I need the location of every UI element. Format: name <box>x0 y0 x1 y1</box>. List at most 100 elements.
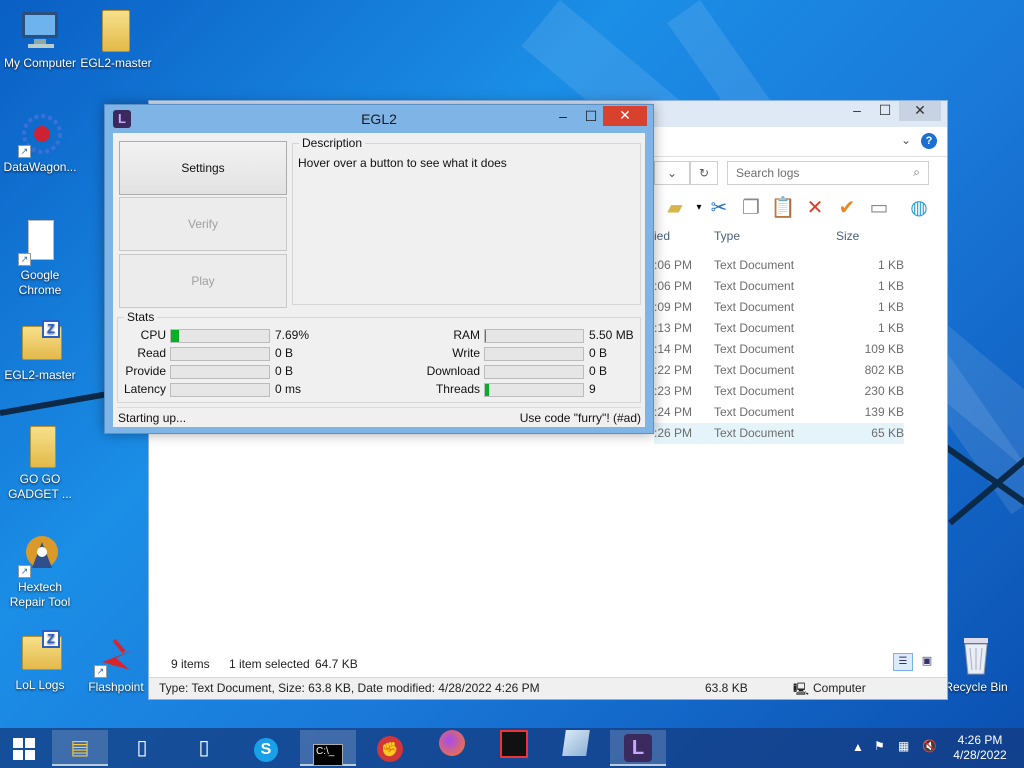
desktop-icon-google-chrome[interactable]: ↗ Google Chrome <box>0 220 80 298</box>
maximize-button[interactable]: ☐ <box>577 107 605 127</box>
file-row[interactable]: :06 PM Text Document 1 KB <box>654 276 904 297</box>
selected-size: 64.7 KB <box>315 657 358 671</box>
status-size: 63.8 KB <box>705 681 748 695</box>
zip-folder-icon: Z <box>18 630 62 676</box>
maximize-button[interactable]: ☐ <box>871 101 899 121</box>
file-time: :06 PM <box>654 258 693 272</box>
shortcut-arrow-icon: ↗ <box>18 145 31 158</box>
taskbar-egl2-icon[interactable]: L <box>610 730 666 766</box>
stat-label: Provide <box>125 364 166 378</box>
shell-icon[interactable]: ◍ <box>906 195 932 221</box>
close-button[interactable]: ✕ <box>899 101 941 121</box>
desktop-icon-datawagon[interactable]: ↗ DataWagon... <box>0 112 80 175</box>
threads-progress-bar <box>484 383 584 397</box>
hextech-icon: ↗ <box>18 532 62 578</box>
egl2-statusbar: Starting up... Use code "furry"! (#ad) <box>117 407 641 425</box>
stat-label: Download <box>426 364 480 378</box>
properties-icon[interactable]: ▰ <box>662 195 688 221</box>
search-input[interactable]: Search logs ⌕ <box>727 161 929 185</box>
rename-check-icon[interactable]: ✔ <box>834 195 860 221</box>
file-row-selected[interactable]: :26 PM Text Document 65 KB <box>654 423 904 444</box>
taskbar-clock[interactable]: 4:26 PM 4/28/2022 <box>950 733 1010 763</box>
file-size: 230 KB <box>864 384 904 398</box>
file-row[interactable]: :22 PM Text Document 802 KB <box>654 360 904 381</box>
taskbar-skype-icon[interactable]: S <box>238 730 294 766</box>
taskbar-document-icon[interactable]: ▯ <box>114 730 170 766</box>
desktop-icon-my-computer[interactable]: My Computer <box>0 8 80 71</box>
stat-label: CPU <box>140 328 166 342</box>
address-dropdown[interactable]: ⌄ <box>654 161 690 185</box>
stats-legend: Stats <box>124 310 158 324</box>
taskbar-document-icon[interactable]: ▯ <box>176 730 232 766</box>
large-icons-view-icon[interactable]: ▣ <box>917 653 937 671</box>
copy-icon[interactable]: ❐ <box>738 195 764 221</box>
file-row[interactable]: :06 PM Text Document 1 KB <box>654 255 904 276</box>
file-time: :06 PM <box>654 279 693 293</box>
stat-value: 5.50 MB <box>589 328 634 342</box>
network-icon[interactable]: ▦ <box>898 739 909 768</box>
file-size: 1 KB <box>877 279 904 293</box>
verify-button[interactable]: Verify <box>119 197 287 251</box>
taskbar-file-explorer-icon[interactable]: ▤ <box>52 730 108 766</box>
file-size: 802 KB <box>864 363 904 377</box>
desktop-icon-egl2-master-folder[interactable]: EGL2-master <box>76 8 156 71</box>
file-type: Text Document <box>714 384 795 398</box>
desktop-icon-label: EGL2-master <box>4 368 76 382</box>
close-button[interactable]: ✕ <box>603 106 647 126</box>
computer-small-icon: 🖳 <box>793 682 810 696</box>
status-left-text: Starting up... <box>118 411 187 425</box>
details-view-icon[interactable]: ☰ <box>893 653 913 671</box>
settings-button[interactable]: Settings <box>119 141 287 195</box>
file-size: 109 KB <box>864 342 904 356</box>
file-type: Text Document <box>714 363 795 377</box>
minimize-button[interactable]: – <box>549 107 577 127</box>
show-hidden-icons-icon[interactable]: ▲ <box>852 740 864 768</box>
play-button[interactable]: Play <box>119 254 287 308</box>
file-time: :23 PM <box>654 384 693 398</box>
desktop-icon-lol-logs[interactable]: Z LoL Logs <box>0 630 80 693</box>
blank-file-icon: ↗ <box>18 220 62 266</box>
file-row[interactable]: :23 PM Text Document 230 KB <box>654 381 904 402</box>
description-group: Description Hover over a button to see w… <box>292 136 641 305</box>
egl2-titlebar[interactable]: L EGL2 – ☐ ✕ <box>105 105 653 133</box>
properties-window-icon[interactable]: ▭ <box>866 195 892 221</box>
file-time: :24 PM <box>654 405 693 419</box>
desktop-icon-go-go-gadget[interactable]: GO GO GADGET ... <box>0 424 80 502</box>
file-row[interactable]: :13 PM Text Document 1 KB <box>654 318 904 339</box>
action-center-flag-icon[interactable]: ⚑ <box>874 739 885 768</box>
chevron-down-icon[interactable]: ⌄ <box>901 133 911 147</box>
column-size[interactable]: Size <box>836 229 859 243</box>
help-icon[interactable]: ? <box>921 133 937 149</box>
file-time: :13 PM <box>654 321 693 335</box>
file-row[interactable]: :14 PM Text Document 109 KB <box>654 339 904 360</box>
column-date-modified[interactable]: ied <box>654 229 670 243</box>
column-type[interactable]: Type <box>714 229 740 243</box>
paste-icon[interactable]: 📋 <box>770 195 796 221</box>
taskbar-notepad-icon[interactable] <box>548 730 604 766</box>
search-placeholder: Search logs <box>736 166 800 180</box>
stat-value: 0 B <box>589 346 608 360</box>
file-row[interactable]: :09 PM Text Document 1 KB <box>654 297 904 318</box>
datawagon-icon: ↗ <box>18 112 62 158</box>
taskbar-firefox-icon[interactable] <box>424 730 480 766</box>
desktop-icon-label: GO GO GADGET ... <box>8 472 72 501</box>
desktop-icon-egl2-master-zip[interactable]: Z EGL2-master <box>0 320 80 383</box>
desktop-icon-recycle-bin[interactable]: Recycle Bin <box>936 632 1016 695</box>
minimize-button[interactable]: – <box>843 101 871 121</box>
desktop-icon-hextech-repair-tool[interactable]: ↗ Hextech Repair Tool <box>0 532 80 610</box>
delete-icon[interactable]: ✕ <box>802 195 828 221</box>
shortcut-arrow-icon: ↗ <box>18 253 31 266</box>
start-button[interactable] <box>0 730 48 766</box>
file-row[interactable]: :24 PM Text Document 139 KB <box>654 402 904 423</box>
desktop-icon-label: Google Chrome <box>18 268 62 297</box>
cut-icon[interactable]: ✂ <box>706 195 732 221</box>
egl2-window[interactable]: L EGL2 – ☐ ✕ Settings Verify Play Descri… <box>104 104 654 434</box>
taskbar-flashpoint-app-icon[interactable] <box>486 730 542 766</box>
refresh-icon[interactable]: ↻ <box>690 161 718 185</box>
ram-progress-bar <box>484 329 584 343</box>
desktop-icon-flashpoint[interactable]: ↗ Flashpoint <box>76 632 156 695</box>
taskbar-command-prompt-icon[interactable]: C:\_ <box>300 730 356 766</box>
file-type: Text Document <box>714 321 795 335</box>
taskbar-riot-icon[interactable]: ✊ <box>362 730 418 766</box>
volume-muted-icon[interactable]: 🔇 <box>922 739 937 768</box>
